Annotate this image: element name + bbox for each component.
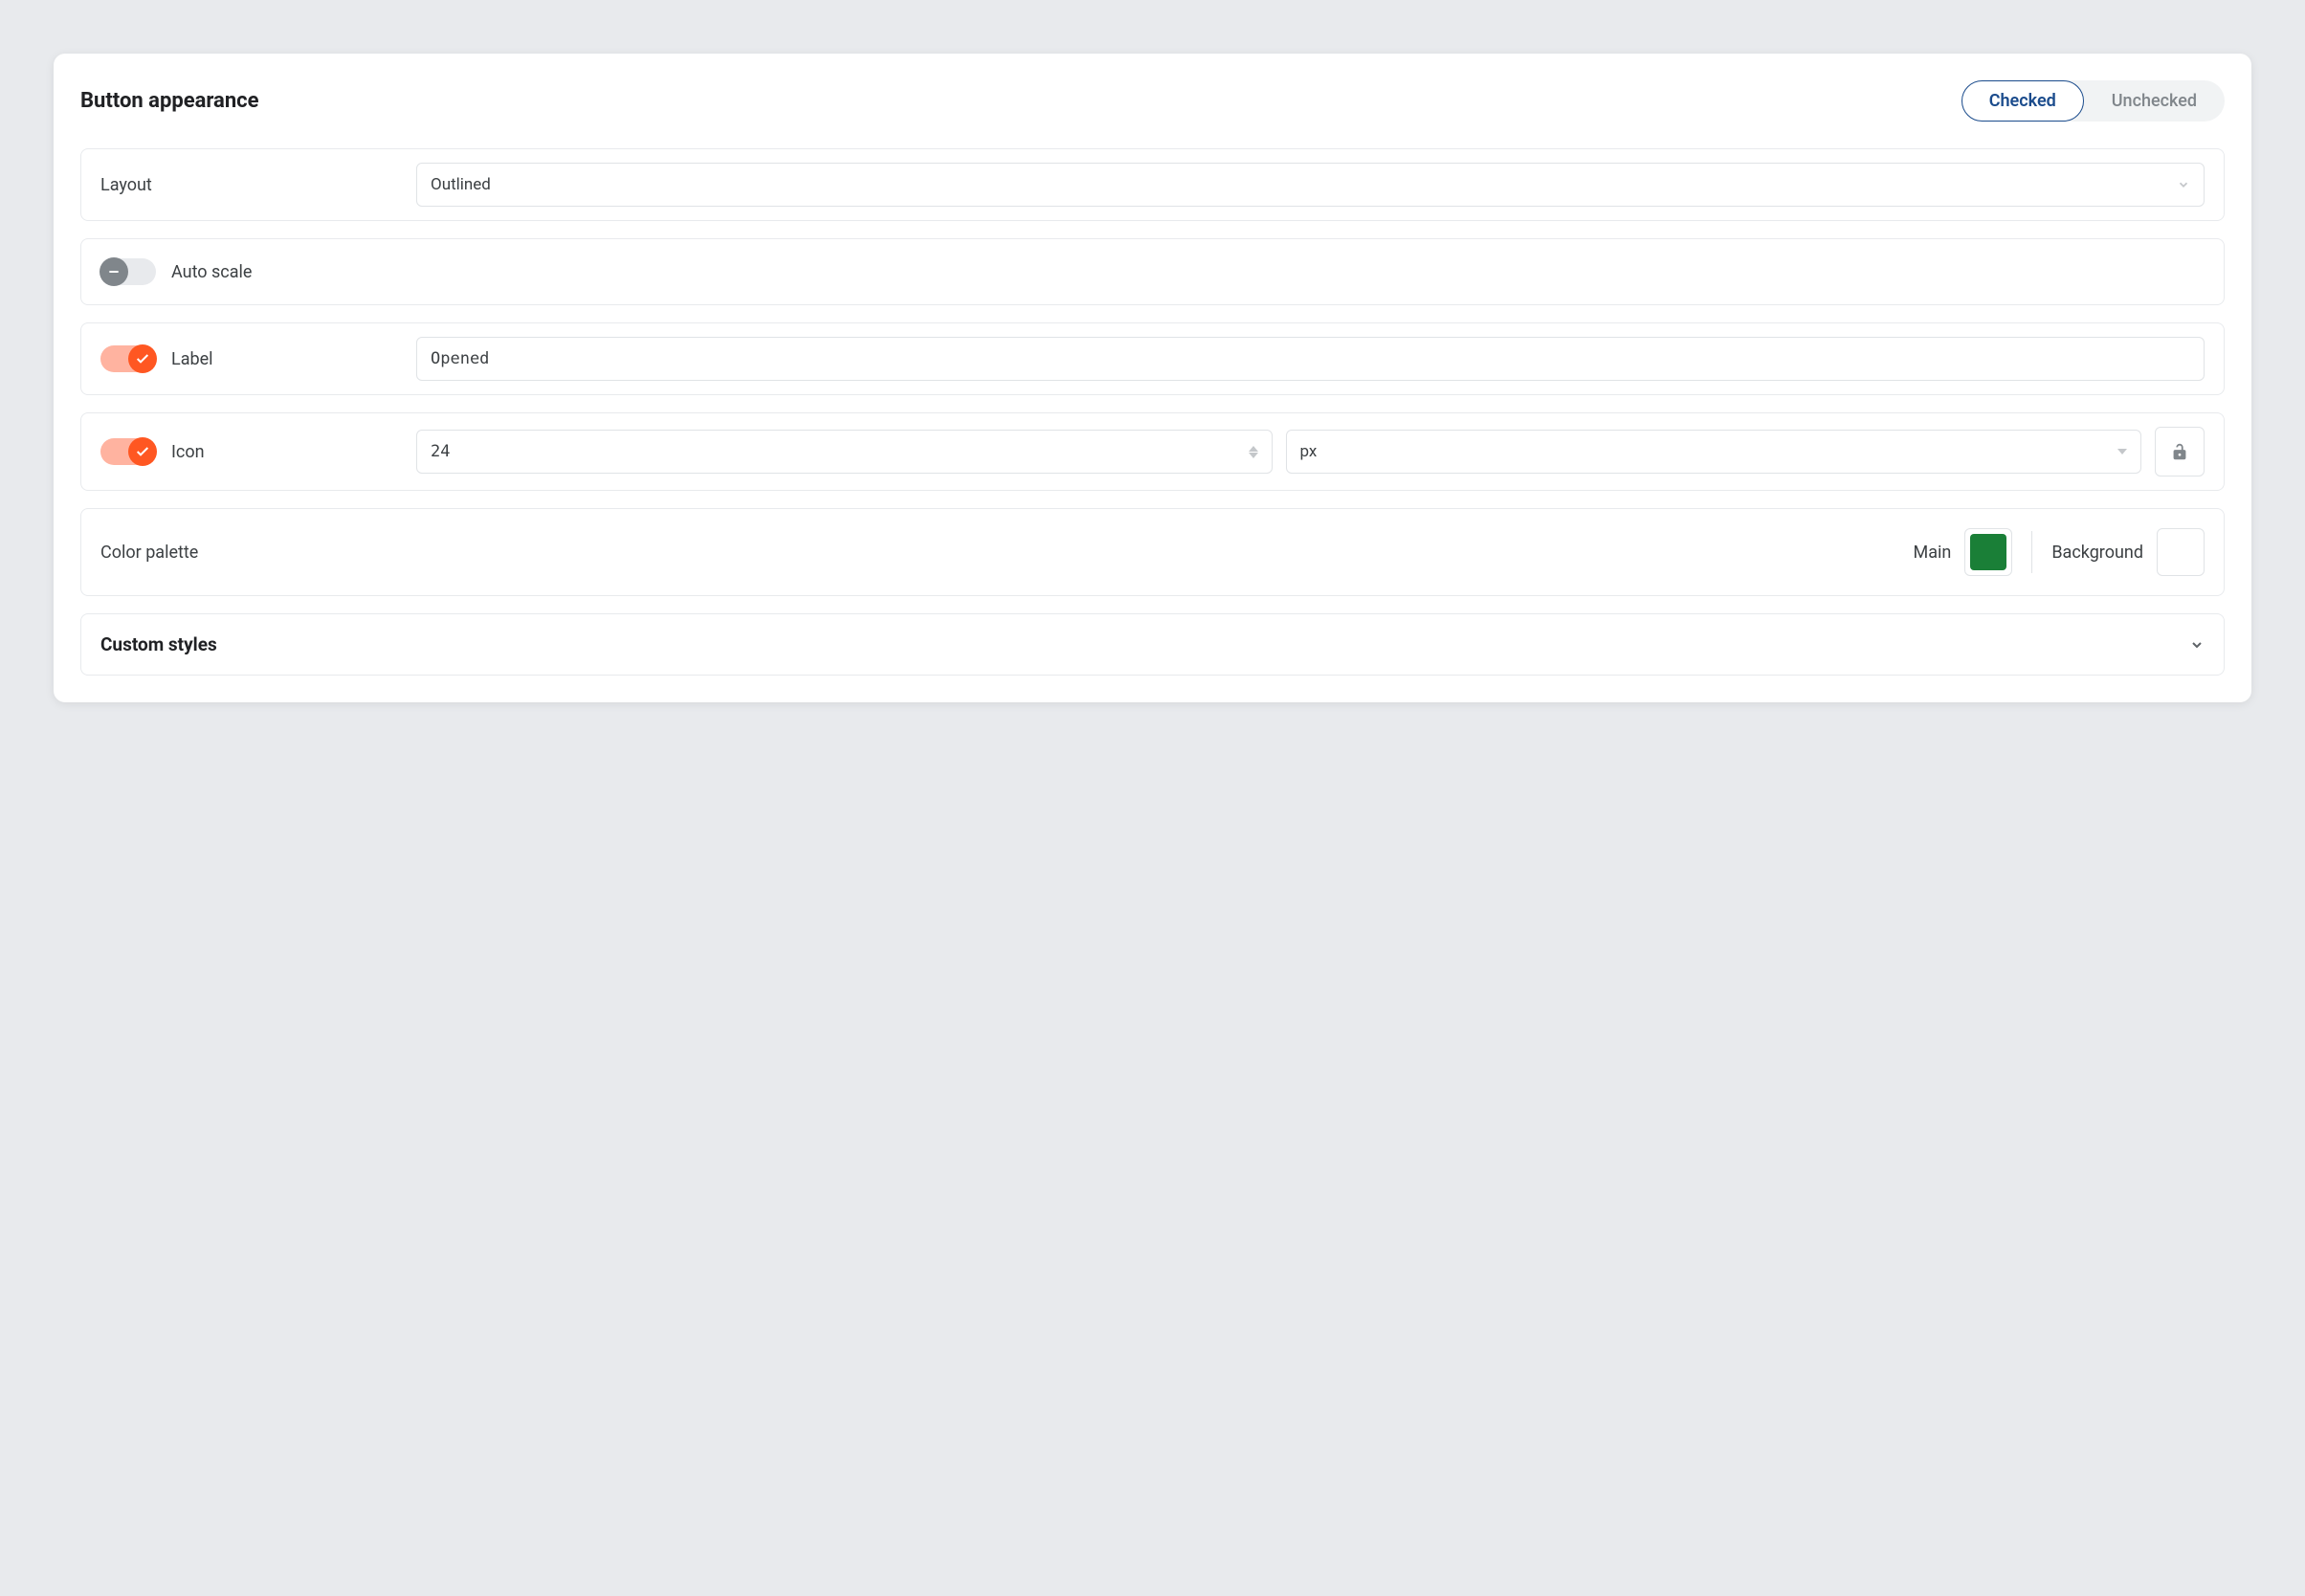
caret-down-icon <box>2117 449 2127 454</box>
segmented-unchecked[interactable]: Unchecked <box>2084 80 2225 122</box>
label-input[interactable]: Opened <box>416 337 2205 381</box>
palette-divider <box>2031 531 2032 573</box>
toggle-knob-off <box>100 257 128 286</box>
panel-header: Button appearance Checked Unchecked <box>80 80 2225 122</box>
label-row: Label Opened <box>80 322 2225 395</box>
caret-up-icon <box>1249 446 1258 452</box>
icon-size-value: 24 <box>431 442 450 461</box>
button-appearance-panel: Button appearance Checked Unchecked Layo… <box>54 54 2251 702</box>
auto-scale-toggle[interactable] <box>100 258 156 285</box>
main-color-group: Main <box>1913 528 2012 576</box>
caret-down-icon <box>1249 453 1258 458</box>
label-toggle[interactable] <box>100 345 156 372</box>
icon-size-input[interactable]: 24 <box>416 430 1273 474</box>
chevron-down-icon <box>2189 637 2205 653</box>
custom-styles-label: Custom styles <box>100 633 217 655</box>
spinner-arrows[interactable] <box>1249 446 1258 458</box>
auto-scale-row: Auto scale <box>80 238 2225 305</box>
chevron-down-icon <box>2177 178 2190 191</box>
layout-label: Layout <box>100 175 152 195</box>
state-segmented-control: Checked Unchecked <box>1961 80 2225 122</box>
auto-scale-label: Auto scale <box>171 262 252 282</box>
custom-styles-row[interactable]: Custom styles <box>80 613 2225 676</box>
background-color-group: Background <box>2051 528 2205 576</box>
label-field-label: Label <box>171 349 213 369</box>
unlock-icon <box>2169 441 2190 462</box>
color-palette-row: Color palette Main Background <box>80 508 2225 596</box>
label-input-value: Opened <box>431 349 489 368</box>
minus-icon <box>106 264 122 279</box>
icon-unit-select[interactable]: px <box>1286 430 2142 474</box>
background-color-fill <box>2162 534 2199 570</box>
panel-title: Button appearance <box>80 89 259 113</box>
main-color-fill <box>1970 534 2006 570</box>
layout-value: Outlined <box>431 175 491 194</box>
background-color-swatch[interactable] <box>2157 528 2205 576</box>
icon-label: Icon <box>171 442 205 462</box>
background-color-label: Background <box>2051 543 2143 563</box>
palette-controls: Main Background <box>1913 528 2205 576</box>
icon-unit-value: px <box>1300 442 1318 461</box>
color-palette-label: Color palette <box>100 543 198 563</box>
layout-row: Layout Outlined <box>80 148 2225 221</box>
layout-select[interactable]: Outlined <box>416 163 2205 207</box>
icon-row: Icon 24 px <box>80 412 2225 491</box>
segmented-checked[interactable]: Checked <box>1961 80 2084 122</box>
check-icon <box>135 351 150 366</box>
main-color-swatch[interactable] <box>1964 528 2012 576</box>
lock-button[interactable] <box>2155 427 2205 477</box>
check-icon <box>135 444 150 459</box>
toggle-knob-on <box>128 344 157 373</box>
toggle-knob-on-2 <box>128 437 157 466</box>
icon-toggle[interactable] <box>100 438 156 465</box>
main-color-label: Main <box>1913 543 1951 563</box>
